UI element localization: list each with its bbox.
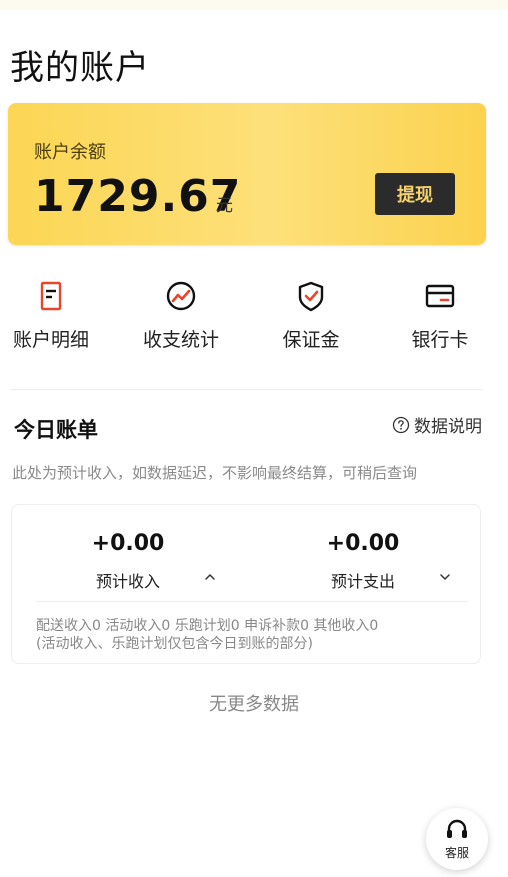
data-help-label: 数据说明 <box>414 417 482 437</box>
estimated-expense[interactable]: +0.00 预计支出 <box>263 531 463 592</box>
nav-label: 保证金 <box>282 329 340 351</box>
balance-unit: 元 <box>216 196 233 216</box>
today-bill-title: 今日账单 <box>14 418 98 442</box>
customer-service-label: 客服 <box>444 845 469 860</box>
chevron-up-icon[interactable] <box>204 571 216 583</box>
estimate-note: 此处为预计收入，如数据延迟，不影响最终结算，可稍后查询 <box>12 464 418 482</box>
trend-chart-icon <box>166 281 196 311</box>
today-bill-card: +0.00 预计收入 +0.00 预计支出 配送收入0 活动收入0 乐跑计划0 … <box>11 504 481 664</box>
section-divider <box>10 389 482 390</box>
balance-card: 账户余额 1729.67 元 提现 <box>8 103 486 245</box>
nav-account-details[interactable]: 账户明细 <box>0 275 106 352</box>
estimated-income[interactable]: +0.00 预计收入 <box>28 531 228 592</box>
data-help-link[interactable]: 数据说明 <box>392 412 482 437</box>
bank-card-icon <box>425 284 455 308</box>
nav-deposit[interactable]: 保证金 <box>256 275 366 352</box>
bill-divider <box>36 601 468 602</box>
nav-income-stats[interactable]: 收支统计 <box>126 275 236 352</box>
estimated-expense-value: +0.00 <box>326 531 400 556</box>
breakdown-line: 配送收入0 活动收入0 乐跑计划0 申诉补款0 其他收入0 <box>36 618 379 634</box>
chevron-down-icon[interactable] <box>439 571 451 583</box>
estimated-income-value: +0.00 <box>91 531 165 556</box>
balance-amount: 1729.67 <box>34 171 242 222</box>
nav-bank-card[interactable]: 银行卡 <box>385 275 495 352</box>
page-title: 我的账户 <box>10 48 150 88</box>
breakdown-note: (活动收入、乐跑计划仅包含今日到账的部分) <box>36 636 313 652</box>
nav-label: 账户明细 <box>12 329 89 351</box>
status-strip <box>0 0 508 10</box>
document-list-icon <box>40 281 62 311</box>
question-circle-icon <box>392 416 410 433</box>
headset-icon <box>447 819 467 838</box>
estimated-expense-label: 预计支出 <box>330 572 395 591</box>
withdraw-button[interactable]: 提现 <box>375 173 455 215</box>
nav-label: 收支统计 <box>142 329 219 351</box>
estimated-income-label: 预计收入 <box>95 572 160 591</box>
no-more-data: 无更多数据 <box>209 694 299 715</box>
income-breakdown: 配送收入0 活动收入0 乐跑计划0 申诉补款0 其他收入0 (活动收入、乐跑计划… <box>36 617 378 653</box>
customer-service-button[interactable]: 客服 <box>426 808 488 870</box>
quick-nav: 账户明细 收支统计 保证金 银行卡 <box>0 275 508 365</box>
nav-label: 银行卡 <box>411 329 469 351</box>
shield-check-icon <box>298 281 324 312</box>
balance-label: 账户余额 <box>34 142 106 163</box>
